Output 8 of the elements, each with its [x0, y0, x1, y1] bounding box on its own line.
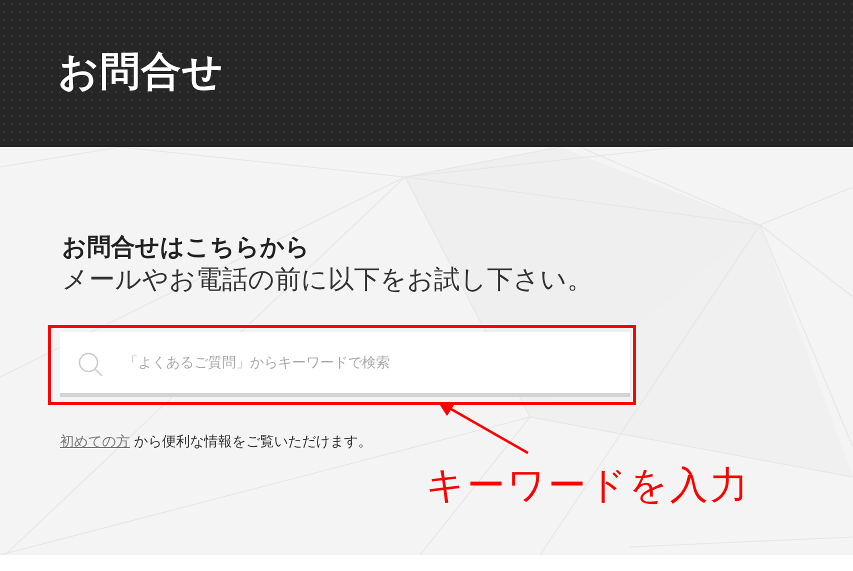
section-subheading: メールやお電話の前に以下をお試し下さい。	[62, 264, 594, 297]
help-text: 初めての方 から便利な情報をご覧いただけます。	[60, 433, 373, 451]
search-icon	[78, 352, 104, 378]
annotation-label: キーワードを入力	[426, 462, 750, 509]
first-time-link[interactable]: 初めての方	[60, 434, 130, 450]
search-field[interactable]: 「よくあるご質問」からキーワードで検索	[60, 332, 630, 397]
section-heading: お問合せはこちらから	[62, 232, 311, 263]
page-title: お問合せ	[58, 48, 224, 97]
